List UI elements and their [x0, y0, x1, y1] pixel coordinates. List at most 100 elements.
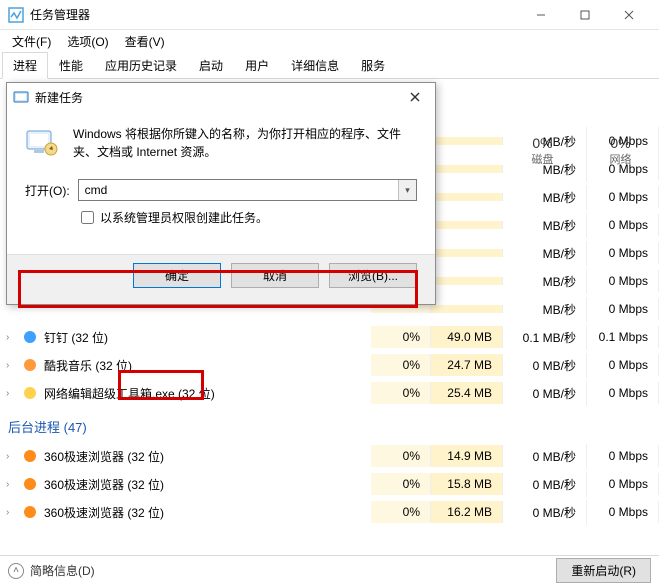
cell-mem: 15.8 MB — [431, 473, 503, 495]
expand-chevron-icon[interactable]: › — [6, 332, 20, 343]
cell-mem: 25.4 MB — [431, 382, 503, 404]
cell-disk: 0.1 MB/秒 — [503, 325, 587, 350]
cell-mem: 49.0 MB — [431, 326, 503, 348]
tab-users[interactable]: 用户 — [234, 52, 280, 79]
open-label: 打开(O): — [25, 182, 70, 199]
cell-disk: 0 MB/秒 — [503, 500, 587, 525]
process-name: 360极速浏览器 (32 位) — [44, 476, 164, 493]
cell-disk: 0 MB/秒 — [503, 353, 587, 378]
expand-chevron-icon[interactable]: › — [6, 451, 20, 462]
cell-mem — [431, 277, 503, 285]
expand-chevron-icon[interactable]: › — [6, 388, 20, 399]
cancel-button[interactable]: 取消 — [231, 263, 319, 288]
tab-startup[interactable]: 启动 — [188, 52, 234, 79]
col-header-network[interactable]: 0% 网络 — [587, 127, 659, 175]
table-row[interactable]: › 360极速浏览器 (32 位) 0%15.8 MB0 MB/秒0 Mbps — [0, 470, 659, 498]
process-name: 360极速浏览器 (32 位) — [44, 448, 164, 465]
process-name: 酷我音乐 (32 位) — [44, 357, 132, 374]
cell-cpu: 0% — [371, 354, 431, 376]
cell-disk: MB/秒 — [503, 269, 587, 294]
cell-net: 0 Mbps — [587, 501, 659, 523]
cell-cpu — [371, 305, 431, 313]
cell-net: 0 Mbps — [587, 298, 659, 320]
process-name: 钉钉 (32 位) — [44, 329, 108, 346]
cell-net: 0 Mbps — [587, 186, 659, 208]
process-name: 360极速浏览器 (32 位) — [44, 504, 164, 521]
cell-mem: 24.7 MB — [431, 354, 503, 376]
bottom-bar: ˄ 简略信息(D) 重新启动(R) — [0, 555, 659, 585]
dialog-title: 新建任务 — [13, 89, 401, 106]
menubar: 文件(F) 选项(O) 查看(V) — [0, 30, 659, 52]
window-title: 任务管理器 — [30, 6, 519, 23]
table-row[interactable]: ›360极速浏览器 (32 位)0%16.2 MB0 MB/秒0 Mbps — [0, 498, 659, 526]
cell-net: 0 Mbps — [587, 473, 659, 495]
menu-view[interactable]: 查看(V) — [117, 31, 173, 52]
expand-chevron-icon[interactable]: › — [6, 360, 20, 371]
fewer-details-button[interactable]: ˄ 简略信息(D) — [8, 562, 95, 579]
cell-net: 0 Mbps — [587, 270, 659, 292]
cell-disk: 0 MB/秒 — [503, 444, 587, 469]
open-input[interactable] — [79, 180, 398, 200]
tab-app-history[interactable]: 应用历史记录 — [94, 52, 188, 79]
cell-cpu: 0% — [371, 473, 431, 495]
main-titlebar: 任务管理器 — [0, 0, 659, 30]
admin-label: 以系统管理员权限创建此任务。 — [100, 209, 268, 226]
cell-disk: MB/秒 — [503, 185, 587, 210]
admin-checkbox[interactable] — [81, 211, 94, 224]
minimize-button[interactable] — [519, 1, 563, 29]
table-row[interactable]: › 酷我音乐 (32 位) 0%24.7 MB0 MB/秒0 Mbps — [0, 351, 659, 379]
ok-button[interactable]: 确定 — [133, 263, 221, 288]
cell-cpu: 0% — [371, 326, 431, 348]
process-icon — [22, 504, 38, 520]
tab-strip: 进程 性能 应用历史记录 启动 用户 详细信息 服务 — [0, 52, 659, 79]
process-icon — [22, 357, 38, 373]
col-header-disk[interactable]: 0% 磁盘 — [503, 127, 587, 175]
process-icon — [22, 476, 38, 492]
cell-disk: 0 MB/秒 — [503, 381, 587, 406]
expand-chevron-icon[interactable]: › — [6, 507, 20, 518]
cell-net: 0 Mbps — [587, 445, 659, 467]
cell-mem — [431, 305, 503, 313]
cell-cpu: 0% — [371, 445, 431, 467]
cell-disk: MB/秒 — [503, 297, 587, 322]
process-icon — [22, 448, 38, 464]
chevron-down-icon[interactable]: ▾ — [398, 180, 416, 200]
tab-performance[interactable]: 性能 — [48, 52, 94, 79]
cell-mem — [431, 249, 503, 257]
process-name: 网络编辑超级工具箱.exe (32 位) — [44, 385, 215, 402]
cell-mem — [431, 221, 503, 229]
menu-options[interactable]: 选项(O) — [59, 31, 116, 52]
cell-disk: 0 MB/秒 — [503, 472, 587, 497]
open-combo[interactable]: ▾ — [78, 179, 417, 201]
tab-details[interactable]: 详细信息 — [280, 52, 350, 79]
cell-net: 0.1 Mbps — [587, 326, 659, 348]
maximize-button[interactable] — [563, 1, 607, 29]
chevron-up-icon: ˄ — [8, 563, 24, 579]
dialog-close-button[interactable] — [401, 85, 429, 109]
cell-disk: MB/秒 — [503, 213, 587, 238]
cell-mem: 16.2 MB — [431, 501, 503, 523]
tab-processes[interactable]: 进程 — [2, 52, 48, 79]
process-icon — [22, 385, 38, 401]
cell-net: 0 Mbps — [587, 354, 659, 376]
table-row[interactable]: › 网络编辑超级工具箱.exe (32 位) 0%25.4 MB0 MB/秒0 Mb… — [0, 379, 659, 407]
browse-button[interactable]: 浏览(B)... — [329, 263, 417, 288]
tab-services[interactable]: 服务 — [350, 52, 396, 79]
run-dialog: 新建任务 Windows 将根据你所键入的名称，为你打开相应的程序、文件夹、文档… — [6, 82, 436, 305]
expand-chevron-icon[interactable]: › — [6, 479, 20, 490]
process-icon — [22, 329, 38, 345]
menu-file[interactable]: 文件(F) — [4, 31, 59, 52]
close-button[interactable] — [607, 1, 651, 29]
table-row[interactable]: ›360极速浏览器 (32 位)0%14.9 MB0 MB/秒0 Mbps — [0, 442, 659, 470]
group-background: 后台进程 (47) — [0, 407, 659, 442]
cell-net: 0 Mbps — [587, 382, 659, 404]
dialog-message: Windows 将根据你所键入的名称，为你打开相应的程序、文件夹、文档或 Int… — [73, 125, 417, 161]
cell-net: 0 Mbps — [587, 214, 659, 236]
cell-cpu: 0% — [371, 382, 431, 404]
run-large-icon — [25, 125, 59, 159]
task-manager-icon — [8, 7, 24, 23]
restart-button[interactable]: 重新启动(R) — [556, 558, 651, 583]
cell-mem — [431, 137, 503, 145]
table-row[interactable]: › 钉钉 (32 位) 0%49.0 MB0.1 MB/秒0.1 Mbps — [0, 323, 659, 351]
cell-disk: MB/秒 — [503, 241, 587, 266]
